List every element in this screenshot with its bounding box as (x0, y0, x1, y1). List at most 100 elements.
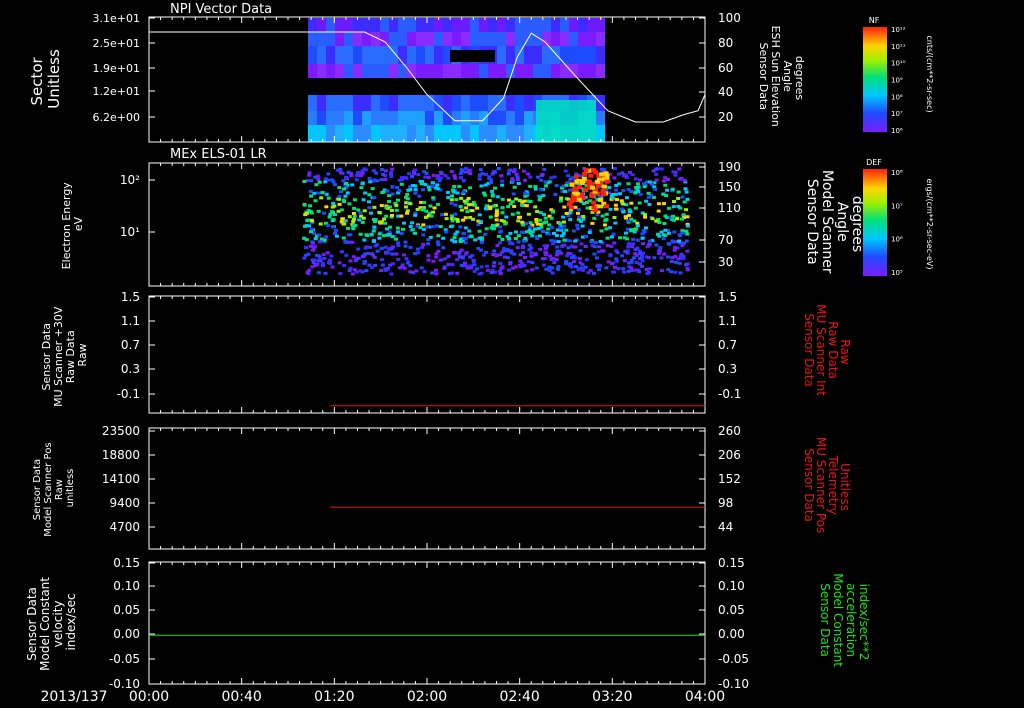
heatmap-cell (608, 207, 613, 211)
heatmap-cell (400, 227, 405, 231)
heatmap-cell (600, 214, 605, 218)
heatmap-cell (317, 125, 326, 142)
heatmap-cell (411, 183, 416, 187)
heatmap-cell (563, 169, 568, 173)
heatmap-cell (314, 183, 319, 187)
heatmap-cell (502, 249, 507, 253)
heatmap-cell (398, 18, 407, 32)
heatmap-cell (509, 241, 514, 245)
heatmap-cell (526, 212, 531, 216)
heatmap-cell (313, 237, 318, 241)
heatmap-cell (662, 221, 667, 225)
heatmap-cell (390, 192, 395, 196)
heatmap-cell (372, 225, 377, 229)
heatmap-cell (461, 179, 466, 183)
heatmap-cell (604, 227, 609, 231)
heatmap-cell (560, 32, 569, 46)
heatmap-cell (435, 183, 440, 187)
heatmap-cell (626, 245, 631, 249)
heatmap-cell (377, 232, 382, 236)
heatmap-cell (389, 272, 394, 276)
heatmap-cell (448, 225, 453, 229)
heatmap-cell (425, 46, 434, 64)
heatmap-cell (542, 221, 547, 225)
y-tick-label: 0.3 (121, 362, 140, 376)
y-tick-label: 1.5 (121, 290, 140, 304)
colorbar-units: cnts/(cm**2-sr-sec) (925, 35, 934, 112)
heatmap-cell (371, 239, 376, 243)
heatmap-cell (302, 179, 307, 183)
heatmap-cell (553, 192, 558, 196)
heatmap-cell (341, 179, 346, 183)
heatmap-cell (324, 177, 329, 181)
heatmap-cell (459, 248, 464, 252)
time-tick-label: 00:40 (221, 689, 261, 705)
y-tick-label: 3.1e+01 (93, 12, 140, 25)
heatmap-cell (524, 64, 533, 78)
heatmap-cell (369, 232, 374, 236)
heatmap-cell (458, 204, 463, 208)
heatmap-cell (328, 258, 333, 262)
heatmap-cell (387, 233, 392, 237)
heatmap-cell (596, 250, 601, 254)
heatmap-cell (420, 245, 425, 249)
heatmap-cell (389, 170, 394, 174)
y-tick-label: 18800 (102, 448, 140, 462)
heatmap-cell (430, 185, 435, 189)
y-tick-label: 10² (120, 173, 140, 187)
heatmap-cell (556, 265, 561, 269)
heatmap-cell (470, 32, 479, 46)
heatmap-cell (622, 259, 627, 263)
heatmap-cell (550, 266, 555, 270)
heatmap-cell (590, 185, 596, 190)
right-axis-label: Sensor Data MU Scanner Pos Telemetry Uni… (802, 437, 852, 537)
heatmap-cell (465, 210, 470, 214)
heatmap-cell (413, 213, 418, 217)
heatmap-cell (591, 168, 597, 173)
heatmap-cell (567, 263, 572, 267)
heatmap-cell (344, 46, 353, 64)
heatmap-cell (322, 238, 327, 242)
heatmap-cell (495, 195, 500, 199)
heatmap-cell (607, 185, 612, 189)
heatmap-cell (684, 208, 689, 212)
y-tick-label: -0.05 (109, 652, 140, 666)
heatmap-cell (592, 216, 597, 220)
heatmap-cell (434, 46, 443, 64)
heatmap-cell (515, 95, 524, 111)
heatmap-cell (575, 227, 580, 231)
heatmap-cell (612, 176, 617, 180)
heatmap-cell (569, 182, 575, 187)
heatmap-cell (500, 183, 505, 187)
heatmap-cell (530, 234, 535, 238)
heatmap-cell (654, 243, 659, 247)
heatmap-cell (524, 111, 533, 125)
heatmap-cell (408, 245, 413, 249)
heatmap-cell (496, 167, 501, 171)
heatmap-cell (440, 213, 445, 217)
heatmap-cell (493, 170, 498, 174)
heatmap-cell (605, 236, 610, 240)
right-tick-label: 260 (718, 424, 741, 438)
heatmap-cell (308, 95, 317, 111)
heatmap-cell (575, 223, 580, 227)
heatmap-cell (317, 32, 326, 46)
heatmap-cell (424, 209, 429, 213)
heatmap-cell (584, 234, 589, 238)
heatmap-cell (412, 172, 417, 176)
heatmap-cell (520, 263, 525, 267)
heatmap-cell (421, 243, 426, 247)
heatmap-cell (543, 246, 548, 250)
heatmap-cell (367, 200, 372, 204)
heatmap-cell (635, 224, 640, 228)
heatmap-cell (351, 227, 356, 231)
right-tick-label: 100 (718, 11, 741, 25)
heatmap-cell (561, 220, 566, 224)
heatmap-cell (330, 265, 335, 269)
heatmap-cell (489, 181, 494, 185)
heatmap-cell (525, 230, 530, 234)
heatmap-cell (414, 269, 419, 273)
heatmap-cell (602, 168, 607, 172)
heatmap-cell (452, 251, 457, 255)
heatmap-cell (311, 261, 316, 265)
